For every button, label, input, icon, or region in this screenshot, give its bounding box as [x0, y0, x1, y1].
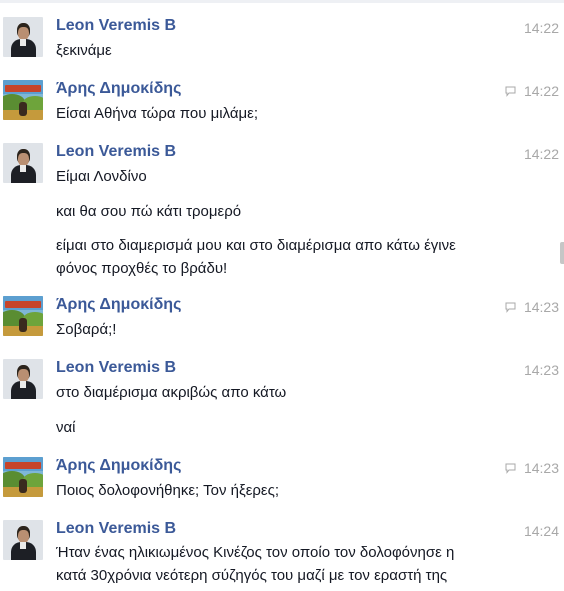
chat-bubble-icon — [505, 302, 516, 313]
avatar-aris[interactable] — [3, 80, 43, 120]
message-group: Άρης Δημοκίδης 14:23 Ποιος δολοφονήθηκε;… — [0, 457, 564, 502]
message-time: 14:23 — [523, 362, 559, 378]
message-text: Σοβαρά;! — [56, 321, 117, 338]
message-text: στο διαμέρισμα ακριβώς απο κάτω — [56, 384, 287, 401]
message-text: Ποιος δολοφονήθηκε; Τον ήξερες; — [56, 482, 280, 499]
message-time: 14:22 — [523, 146, 559, 162]
message-group: Άρης Δημοκίδης 14:23 Σοβαρά;! — [0, 296, 564, 341]
sender-name[interactable]: Άρης Δημοκίδης — [56, 457, 181, 475]
message-text: ξεκινάμε — [56, 42, 112, 59]
message-time: 14:22 — [523, 83, 559, 99]
avatar-aris[interactable] — [3, 296, 43, 336]
message-text: ναί — [56, 419, 76, 436]
message-time: 14:22 — [523, 20, 559, 36]
sender-name[interactable]: Leon Veremis B — [56, 17, 176, 35]
message-text: Ήταν ένας ηλικιωμένος Κινέζος τον οποίο … — [56, 544, 455, 584]
message-text: είμαι στο διαμερισμά μου και στο διαμέρι… — [56, 237, 456, 277]
message-text: και θα σου πώ κάτι τρομερό — [56, 203, 242, 220]
message-text: Είσαι Αθήνα τώρα που μιλάμε; — [56, 105, 259, 122]
sender-name[interactable]: Leon Veremis B — [56, 520, 176, 538]
message-group: Leon Veremis B 14:22 Είμαι Λονδίνο και θ… — [0, 143, 564, 283]
message-time: 14:23 — [523, 299, 559, 315]
message-group: Leon Veremis B 14:24 Ήταν ένας ηλικιωμέν… — [0, 520, 564, 590]
sender-name[interactable]: Leon Veremis B — [56, 359, 176, 377]
avatar-leon[interactable] — [3, 520, 43, 560]
avatar-aris[interactable] — [3, 457, 43, 497]
message-group: Leon Veremis B 14:23 στο διαμέρισμα ακρι… — [0, 359, 564, 439]
message-group: Leon Veremis B 14:22 ξεκινάμε — [0, 17, 564, 62]
sender-name[interactable]: Άρης Δημοκίδης — [56, 80, 181, 98]
message-group: Άρης Δημοκίδης 14:22 Είσαι Αθήνα τώρα πο… — [0, 80, 564, 125]
top-divider — [0, 0, 564, 3]
chat-bubble-icon — [505, 86, 516, 97]
avatar-leon[interactable] — [3, 143, 43, 183]
chat-bubble-icon — [505, 463, 516, 474]
message-text: Είμαι Λονδίνο — [56, 168, 147, 185]
sender-name[interactable]: Άρης Δημοκίδης — [56, 296, 181, 314]
message-time: 14:24 — [523, 523, 559, 539]
message-time: 14:23 — [523, 460, 559, 476]
avatar-leon[interactable] — [3, 17, 43, 57]
sender-name[interactable]: Leon Veremis B — [56, 143, 176, 161]
avatar-leon[interactable] — [3, 359, 43, 399]
